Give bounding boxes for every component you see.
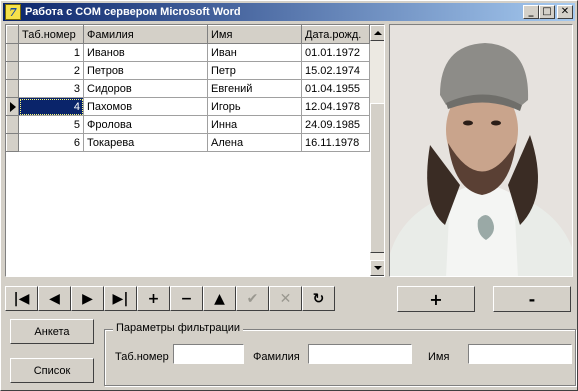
grid-row[interactable]: 3 Сидоров Евгений 01.04.1955 — [6, 79, 370, 98]
cell-surname[interactable]: Петров — [83, 61, 208, 80]
employees-grid[interactable]: Таб.номер Фамилия Имя Дата.рожд. 1 Иванов… — [5, 24, 385, 277]
add-photo-button[interactable]: + — [397, 286, 475, 312]
grid-row[interactable]: 1 Иванов Иван 01.01.1972 — [6, 43, 370, 62]
scroll-up-button[interactable] — [370, 25, 384, 41]
nav-next-button[interactable]: ▶ — [71, 286, 104, 311]
grid-row[interactable]: 4 Пахомов Игорь 12.04.1978 — [6, 97, 370, 116]
cell-birthdate[interactable]: 01.04.1955 — [301, 79, 370, 98]
cell-name[interactable]: Инна — [207, 115, 302, 134]
row-indicator[interactable] — [6, 97, 19, 116]
grid-row[interactable]: 2 Петров Петр 15.02.1974 — [6, 61, 370, 80]
grid-vertical-scrollbar[interactable] — [370, 25, 384, 276]
nav-delete-button[interactable]: − — [170, 286, 203, 311]
cell-tabnum[interactable]: 6 — [18, 133, 84, 152]
cell-name[interactable]: Иван — [207, 43, 302, 62]
cell-birthdate[interactable]: 12.04.1978 — [301, 97, 370, 116]
nav-first-button[interactable]: |◀ — [5, 286, 38, 311]
grid-row[interactable]: 5 Фролова Инна 24.09.1985 — [6, 115, 370, 134]
spisok-button[interactable]: Список — [10, 358, 94, 383]
filter-tabnum-label: Таб.номер — [115, 351, 169, 363]
cell-name[interactable]: Петр — [207, 61, 302, 80]
column-header-surname[interactable]: Фамилия — [83, 25, 208, 44]
cell-surname[interactable]: Токарева — [83, 133, 208, 152]
minimize-button[interactable]: _ — [523, 5, 539, 19]
cell-name[interactable]: Алена — [207, 133, 302, 152]
cell-tabnum[interactable]: 2 — [18, 61, 84, 80]
filter-name-input[interactable] — [468, 344, 572, 364]
cell-tabnum[interactable]: 3 — [18, 79, 84, 98]
row-indicator[interactable] — [6, 61, 19, 80]
nav-insert-button[interactable]: + — [137, 286, 170, 311]
app-icon: 7 — [5, 4, 21, 20]
employee-photo — [389, 24, 573, 277]
column-header-birthdate[interactable]: Дата.рожд. — [301, 25, 370, 44]
cell-tabnum[interactable]: 1 — [18, 43, 84, 62]
main-window: 7 Работа с COM сервером Microsoft Word _… — [0, 0, 578, 391]
row-indicator[interactable] — [6, 115, 19, 134]
cell-surname[interactable]: Фролова — [83, 115, 208, 134]
row-indicator[interactable] — [6, 43, 19, 62]
cell-surname[interactable]: Иванов — [83, 43, 208, 62]
scroll-down-button[interactable] — [370, 260, 384, 276]
cell-tabnum[interactable]: 4 — [18, 97, 84, 116]
cell-tabnum[interactable]: 5 — [18, 115, 84, 134]
column-header-tabnum[interactable]: Таб.номер — [18, 25, 84, 44]
filter-surname-label: Фамилия — [253, 351, 300, 363]
db-navigator: |◀ ◀ ▶ ▶| + − ▲ ✔ ✕ ↻ — [5, 286, 335, 311]
scroll-thumb[interactable] — [370, 103, 384, 253]
cell-surname[interactable]: Пахомов — [83, 97, 208, 116]
cell-name[interactable]: Евгений — [207, 79, 302, 98]
remove-photo-button[interactable]: - — [493, 286, 571, 312]
filter-name-label: Имя — [428, 351, 450, 363]
photo-image — [390, 25, 572, 276]
nav-prior-button[interactable]: ◀ — [38, 286, 71, 311]
nav-cancel-button[interactable]: ✕ — [269, 286, 302, 311]
nav-post-button[interactable]: ✔ — [236, 286, 269, 311]
filter-surname-input[interactable] — [308, 344, 412, 364]
row-indicator[interactable] — [6, 133, 19, 152]
anketa-button[interactable]: Анкета — [10, 319, 94, 344]
nav-last-button[interactable]: ▶| — [104, 286, 137, 311]
nav-edit-button[interactable]: ▲ — [203, 286, 236, 311]
cell-name[interactable]: Игорь — [207, 97, 302, 116]
cell-birthdate[interactable]: 01.01.1972 — [301, 43, 370, 62]
grid-header-row: Таб.номер Фамилия Имя Дата.рожд. — [6, 25, 370, 44]
cell-surname[interactable]: Сидоров — [83, 79, 208, 98]
cell-birthdate[interactable]: 16.11.1978 — [301, 133, 370, 152]
cell-birthdate[interactable]: 15.02.1974 — [301, 61, 370, 80]
window-title: Работа с COM сервером Microsoft Word — [25, 6, 241, 18]
title-bar[interactable]: 7 Работа с COM сервером Microsoft Word _… — [3, 3, 575, 21]
current-row-arrow-icon — [10, 102, 16, 112]
grid-header-indicator — [6, 25, 19, 44]
filter-caption: Параметры фильтрации — [113, 322, 244, 334]
close-button[interactable]: ✕ — [557, 5, 573, 19]
cell-birthdate[interactable]: 24.09.1985 — [301, 115, 370, 134]
nav-refresh-button[interactable]: ↻ — [302, 286, 335, 311]
filter-tabnum-input[interactable] — [173, 344, 244, 364]
grid-row[interactable]: 6 Токарева Алена 16.11.1978 — [6, 133, 370, 152]
row-indicator[interactable] — [6, 79, 19, 98]
column-header-name[interactable]: Имя — [207, 25, 302, 44]
maximize-button[interactable]: □ — [539, 5, 555, 19]
